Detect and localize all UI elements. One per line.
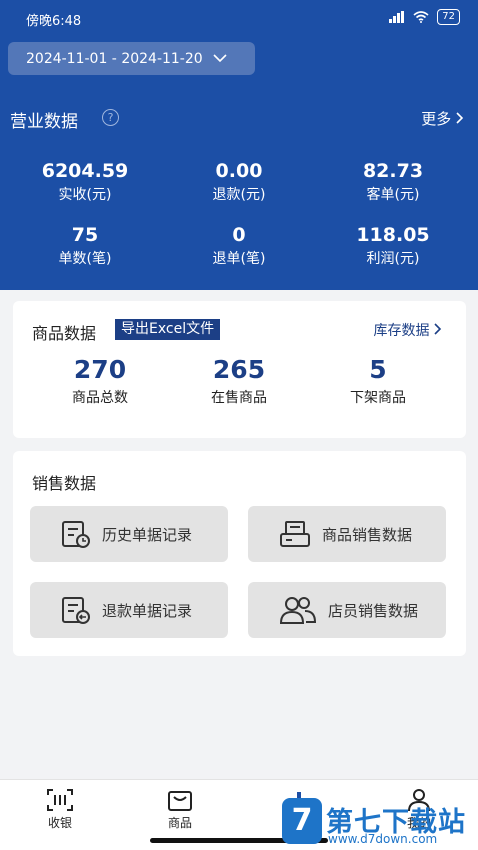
- stat-total-products: 270 商品总数: [30, 355, 170, 407]
- stat-off-shelf: 5 下架商品: [308, 355, 448, 407]
- refund-receipts-button[interactable]: 退款单据记录: [30, 582, 228, 638]
- bag-icon: [168, 791, 192, 811]
- help-icon[interactable]: ?: [102, 109, 119, 126]
- metric-revenue: 6204.59 实收(元): [10, 160, 160, 204]
- header-panel: 傍晚6:48 72 2024-11-01 - 2024-11-20 营业数据 ?…: [0, 0, 478, 290]
- button-label: 商品销售数据: [322, 525, 413, 544]
- business-title: 营业数据: [10, 112, 78, 132]
- metric-label: 实收(元): [58, 187, 112, 203]
- button-label: 历史单据记录: [102, 525, 193, 544]
- metric-value: 0.00: [215, 160, 263, 182]
- metric-orders: 75 单数(笔): [10, 224, 160, 268]
- stat-value: 265: [212, 355, 266, 384]
- history-receipts-button[interactable]: 历史单据记录: [30, 506, 228, 562]
- metric-avg-order: 82.73 客单(元): [318, 160, 468, 204]
- button-label: 退款单据记录: [102, 601, 193, 620]
- watermark: 7 第七下载站 www.d7down.com: [282, 790, 478, 850]
- metric-value: 0: [232, 224, 246, 246]
- date-range-value: 2024-11-01 - 2024-11-20: [26, 50, 203, 67]
- tab-products[interactable]: 商品: [150, 788, 210, 831]
- metric-value: 75: [71, 224, 99, 246]
- scan-icon: [47, 789, 73, 811]
- stat-label: 商品总数: [72, 390, 128, 406]
- wifi-icon: [413, 11, 429, 23]
- sales-data-card: 销售数据 历史单据记录 商品销售数据 退款单据记录 店员销售数据: [13, 451, 466, 656]
- metric-refund: 0.00 退款(元): [164, 160, 314, 204]
- stock-data-link[interactable]: 库存数据: [374, 320, 442, 340]
- chevron-right-icon: [434, 323, 442, 335]
- staff-sales-button[interactable]: 店员销售数据: [248, 582, 446, 638]
- stat-label: 下架商品: [350, 390, 406, 406]
- watermark-url: www.d7down.com: [328, 832, 438, 846]
- product-data-title: 商品数据: [32, 324, 97, 343]
- battery-indicator: 72: [437, 9, 460, 25]
- staff-icon: [279, 597, 317, 624]
- more-label: 更多: [421, 110, 452, 128]
- metric-value: 118.05: [356, 224, 430, 246]
- export-excel-button[interactable]: 导出Excel文件: [115, 319, 221, 340]
- metric-label: 退单(笔): [212, 251, 266, 267]
- watermark-logo: 7: [282, 798, 322, 844]
- chevron-right-icon: [456, 112, 464, 124]
- sales-data-title: 销售数据: [32, 474, 97, 493]
- tab-label: 收银: [47, 816, 72, 830]
- status-time: 傍晚6:48: [26, 14, 82, 29]
- metric-value: 6204.59: [41, 160, 129, 182]
- signal-icon: [389, 11, 405, 23]
- date-range-picker[interactable]: 2024-11-01 - 2024-11-20: [8, 42, 255, 75]
- button-label: 店员销售数据: [328, 601, 419, 620]
- product-data-card: 商品数据 导出Excel文件 库存数据 270 商品总数 265 在售商品 5 …: [13, 301, 466, 438]
- receipt-clock-icon: [62, 521, 90, 548]
- status-icons: 72: [389, 9, 460, 25]
- status-bar: 傍晚6:48 72: [0, 0, 478, 36]
- chevron-down-icon: [213, 54, 227, 63]
- stat-value: 270: [73, 355, 127, 384]
- stat-on-sale: 265 在售商品: [169, 355, 309, 407]
- refund-receipt-icon: [62, 597, 90, 624]
- metric-label: 利润(元): [366, 251, 420, 267]
- stat-label: 在售商品: [211, 390, 267, 406]
- more-link[interactable]: 更多: [421, 108, 464, 129]
- product-sales-button[interactable]: 商品销售数据: [248, 506, 446, 562]
- register-icon: [280, 521, 310, 547]
- tab-cashier[interactable]: 收银: [30, 788, 90, 831]
- tab-label: 商品: [167, 816, 192, 830]
- stock-data-label: 库存数据: [373, 323, 430, 339]
- metric-profit: 118.05 利润(元): [318, 224, 468, 268]
- metric-label: 退款(元): [212, 187, 266, 203]
- metric-label: 单数(笔): [58, 251, 112, 267]
- metric-label: 客单(元): [366, 187, 420, 203]
- stat-value: 5: [369, 355, 387, 384]
- metric-value: 82.73: [362, 160, 424, 182]
- metric-returns: 0 退单(笔): [164, 224, 314, 268]
